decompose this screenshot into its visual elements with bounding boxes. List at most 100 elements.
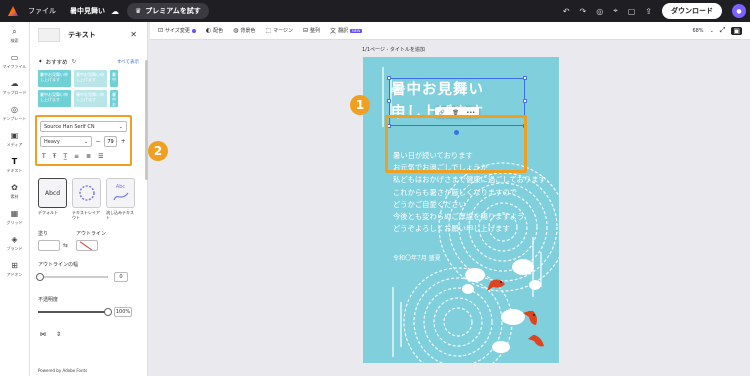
undo-icon[interactable]: ↶ bbox=[563, 7, 570, 16]
rail-item-upload[interactable]: ☁ アップロード bbox=[0, 79, 29, 100]
font-properties-highlight: Source Han Serif CN ⌄ Heavy ⌄ − 79 + T Ŧ… bbox=[35, 115, 132, 166]
resize-handle[interactable] bbox=[387, 99, 391, 103]
style-default[interactable]: Abcd デフォルト bbox=[38, 178, 67, 220]
avatar[interactable]: ● bbox=[732, 4, 746, 18]
rail-label: アップロード bbox=[2, 90, 27, 95]
heading-highlight-box bbox=[385, 115, 527, 173]
brand-icon: ◈ bbox=[11, 235, 18, 244]
template-icon: ◎ bbox=[11, 105, 18, 114]
opacity-input[interactable]: 100% bbox=[114, 307, 132, 317]
zoom-select[interactable]: 68% bbox=[692, 28, 703, 34]
rail-item-media[interactable]: ▣ メディア bbox=[0, 131, 29, 152]
font-size-input[interactable]: 79 bbox=[103, 136, 118, 147]
text-style-icon[interactable]: T bbox=[42, 153, 46, 160]
swap-icon[interactable]: ⇆ bbox=[63, 242, 68, 249]
user-icon[interactable]: ◎ bbox=[596, 7, 603, 16]
style-caption: デフォルト bbox=[38, 210, 58, 215]
rail-label: マイファイル bbox=[2, 64, 27, 69]
resize-tool[interactable]: ⊡ サイズ変更 bbox=[158, 27, 196, 34]
color-options: 塗り ⇆ アウトライン bbox=[30, 220, 147, 251]
close-icon[interactable]: ✕ bbox=[130, 30, 137, 39]
tool-label: 配色 bbox=[213, 28, 224, 34]
tool-label: 整列 bbox=[310, 28, 321, 34]
redo-icon[interactable]: ↷ bbox=[580, 7, 587, 16]
outline-width-slider[interactable] bbox=[36, 273, 108, 281]
location-icon[interactable]: ⌖ bbox=[613, 6, 618, 16]
list-icon[interactable]: ☰ bbox=[98, 153, 103, 160]
recommend-tile[interactable]: 暑中 bbox=[110, 70, 118, 87]
opacity-section: 不透明度 100% bbox=[30, 282, 147, 317]
comment-icon[interactable]: ▢ bbox=[628, 7, 636, 16]
opacity-slider[interactable] bbox=[38, 308, 112, 316]
recommend-tile[interactable]: 暑中お見舞い申し上げます bbox=[110, 90, 118, 107]
recommend-header: ✦ おすすめ ↻ すべて表示 bbox=[30, 48, 147, 66]
panel-title: テキスト bbox=[68, 31, 96, 39]
align-left-icon[interactable]: ≡ bbox=[74, 153, 79, 160]
document-name[interactable]: 暑中見舞い bbox=[70, 6, 105, 16]
translate-tool[interactable]: 文 翻訳 NEW bbox=[330, 26, 363, 35]
step-badge-1: 1 bbox=[350, 95, 370, 115]
poem-line: どうぞよろしくお願い申し上げます bbox=[393, 224, 510, 234]
text-underline-icon[interactable]: T̲ bbox=[63, 153, 67, 160]
tool-label: 翻訳 bbox=[338, 28, 349, 34]
text-case-icon[interactable]: Ŧ bbox=[53, 153, 57, 160]
rail-label: メディア bbox=[6, 142, 23, 147]
share-icon[interactable]: ⇪ bbox=[645, 7, 652, 16]
recommend-tile[interactable]: 暑中お見舞い申し上げます bbox=[74, 70, 107, 87]
margin-tool[interactable]: ⬚ マージン bbox=[265, 27, 293, 34]
outline-width-input[interactable]: 0 bbox=[114, 272, 128, 282]
rail-label: テキスト bbox=[6, 168, 23, 173]
sparkle-icon: ✦ bbox=[38, 59, 43, 65]
download-button[interactable]: ダウンロード bbox=[662, 3, 722, 19]
resize-handle[interactable] bbox=[387, 76, 391, 80]
style-flow-text[interactable]: Abc 流し込みテキスト bbox=[106, 178, 135, 220]
translate-icon: 文 bbox=[330, 28, 337, 35]
recommend-tile[interactable]: 暑中お見舞い申し上げます bbox=[74, 90, 107, 107]
tool-label: サイズ変更 bbox=[165, 28, 190, 34]
rail-item-brand[interactable]: ◈ ブランド bbox=[0, 235, 29, 256]
refresh-icon[interactable]: ↻ bbox=[72, 59, 77, 65]
rail-item-template[interactable]: ◎ テンプレート bbox=[0, 105, 29, 126]
letter-spacing-icon[interactable]: ⋈ bbox=[40, 331, 46, 338]
outline-color-swatch[interactable] bbox=[76, 240, 99, 251]
resize-handle[interactable] bbox=[523, 99, 527, 103]
align-center-icon[interactable]: ≣ bbox=[86, 153, 91, 160]
rail-label: 検索 bbox=[10, 38, 19, 43]
rail-item-text[interactable]: T テキスト bbox=[0, 157, 29, 178]
adobe-express-logo[interactable] bbox=[8, 6, 18, 16]
font-weight-select[interactable]: Heavy ⌄ bbox=[40, 136, 93, 147]
rail-item-elements[interactable]: ✿ 素材 bbox=[0, 183, 29, 204]
text-icon: T bbox=[11, 157, 18, 166]
slider-knob[interactable] bbox=[104, 308, 112, 316]
background-icon: ◍ bbox=[233, 27, 239, 34]
line-height-icon[interactable]: ⇕ bbox=[56, 331, 61, 338]
resize-handle[interactable] bbox=[523, 76, 527, 80]
chevron-down-icon[interactable]: ⌄ bbox=[710, 28, 714, 34]
see-all-link[interactable]: すべて表示 bbox=[117, 59, 139, 65]
rail-item-addon[interactable]: ⊞ アドオン bbox=[0, 261, 29, 282]
signoff-text[interactable]: 令和〇年7月 盛夏 bbox=[393, 253, 441, 262]
palette-tool[interactable]: ◐ 配色 bbox=[206, 27, 223, 34]
font-family-select[interactable]: Source Han Serif CN ⌄ bbox=[40, 121, 127, 132]
slider-knob[interactable] bbox=[36, 273, 44, 281]
recommend-tile[interactable]: 暑中お見舞い申し上げます bbox=[38, 90, 71, 107]
panel-scrollbar[interactable] bbox=[145, 60, 148, 180]
rail-item-grid[interactable]: ▦ グリッド bbox=[0, 209, 29, 230]
rail-item-myfiles[interactable]: ▭ マイファイル bbox=[0, 53, 29, 74]
page-label[interactable]: 1/1ページ - タイトルを追加 bbox=[362, 46, 425, 53]
fit-icon[interactable]: ⤢ bbox=[720, 26, 726, 35]
recommend-tile[interactable]: 暑中お見舞い申し上げます bbox=[38, 70, 71, 87]
pages-icon[interactable]: ▣ bbox=[731, 26, 742, 35]
background-tool[interactable]: ◍ 背景色 bbox=[233, 27, 255, 34]
rail-item-search[interactable]: ⌕ 検索 bbox=[0, 27, 29, 48]
premium-button[interactable]: ♛ プレミアムを試す bbox=[127, 3, 209, 19]
style-text-layout[interactable]: テキストレイアウト bbox=[72, 178, 101, 220]
font-family-value: Source Han Serif CN bbox=[44, 123, 95, 130]
align-icon: ⊟ bbox=[303, 27, 309, 34]
file-menu[interactable]: ファイル bbox=[28, 6, 56, 16]
increase-size-button[interactable]: + bbox=[119, 138, 127, 145]
align-tool[interactable]: ⊟ 整列 bbox=[303, 27, 320, 34]
decrease-size-button[interactable]: − bbox=[94, 138, 102, 145]
fill-color-swatch[interactable] bbox=[38, 240, 60, 251]
greeting-card[interactable]: 暑中お見舞い 申し上げます 暑い日が続いております お元気でお過ごしでしょうか … bbox=[363, 57, 559, 363]
